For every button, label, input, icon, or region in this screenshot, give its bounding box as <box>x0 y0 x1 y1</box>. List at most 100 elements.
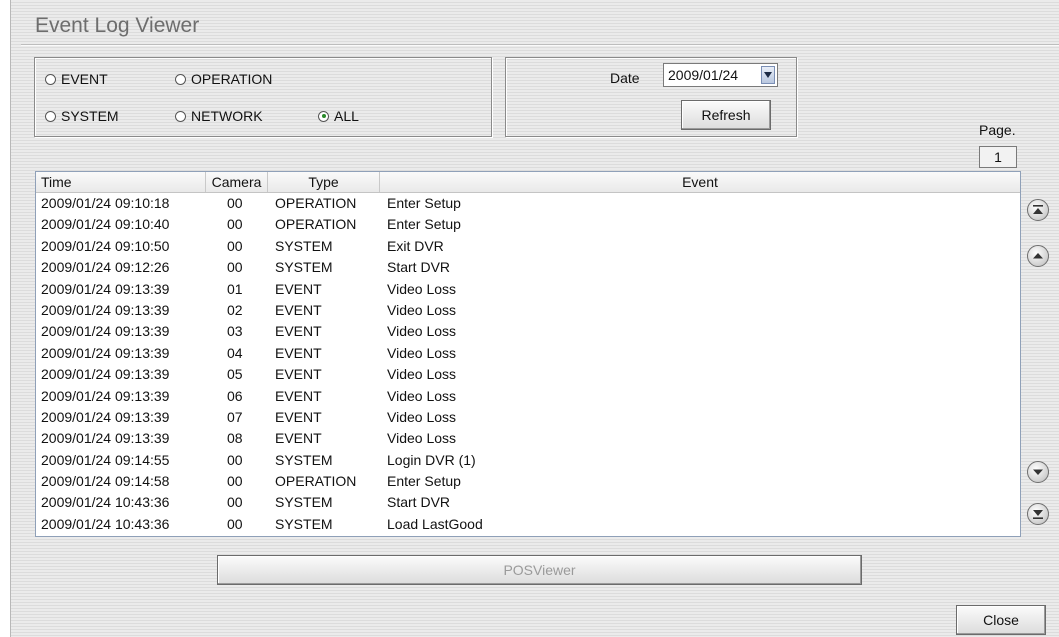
cell-type: EVENT <box>275 366 322 383</box>
title-divider <box>21 44 1059 46</box>
cell-type: OPERATION <box>275 216 357 233</box>
cell-type: SYSTEM <box>275 494 333 511</box>
cell-camera: 02 <box>227 301 243 318</box>
cell-type: OPERATION <box>275 473 357 490</box>
cell-event: Video Loss <box>387 301 457 318</box>
radio-circle-selected <box>318 110 329 122</box>
date-group: Date 2009/01/24 Refresh <box>505 57 797 137</box>
cell-time: 2009/01/24 09:13:39 <box>41 430 170 447</box>
filter-radio-network[interactable]: NETWORK <box>175 108 263 124</box>
page-number: 1 <box>979 146 1017 168</box>
filter-radio-system[interactable]: SYSTEM <box>45 108 119 124</box>
refresh-button[interactable]: Refresh <box>681 100 771 130</box>
cell-time: 2009/01/24 09:13:39 <box>41 387 170 404</box>
next-page-button[interactable] <box>1027 461 1049 483</box>
cell-type: EVENT <box>275 301 322 318</box>
event-log-window: Event Log Viewer EVENT OPERATION SYSTEM … <box>10 0 1059 637</box>
cell-camera: 05 <box>227 366 243 383</box>
cell-type: SYSTEM <box>275 259 333 276</box>
cell-camera: 04 <box>227 344 243 361</box>
table-row[interactable]: 2009/01/24 09:13:39 05 EVENT Video Loss <box>36 364 1020 385</box>
table-row[interactable]: 2009/01/24 09:13:39 06 EVENT Video Loss <box>36 386 1020 407</box>
table-row[interactable]: 2009/01/24 09:13:39 02 EVENT Video Loss <box>36 300 1020 321</box>
first-page-button[interactable] <box>1027 199 1049 221</box>
column-header-time[interactable]: Time <box>36 172 206 192</box>
cell-event: Login DVR (1) <box>387 451 476 468</box>
radio-circle <box>175 73 186 85</box>
cell-event: Start DVR <box>387 259 451 276</box>
table-row[interactable]: 2009/01/24 09:13:39 08 EVENT Video Loss <box>36 428 1020 449</box>
table-row[interactable]: 2009/01/24 09:10:18 00 OPERATION Enter Setu… <box>36 193 1020 214</box>
date-label: Date <box>610 70 640 86</box>
cell-time: 2009/01/24 09:10:18 <box>41 195 170 211</box>
cell-time: 2009/01/24 09:13:39 <box>41 280 170 297</box>
filter-radio-operation[interactable]: OPERATION <box>175 71 272 87</box>
cell-camera: 00 <box>227 237 243 254</box>
cell-event: Video Loss <box>387 408 457 425</box>
cell-event: Video Loss <box>387 344 457 361</box>
radio-label: EVENT <box>61 71 108 87</box>
cell-time: 2009/01/24 09:12:26 <box>41 259 170 276</box>
last-page-icon <box>1033 510 1043 519</box>
table-row[interactable]: 2009/01/24 09:14:58 00 OPERATION Enter Setu… <box>36 471 1020 492</box>
chevron-down-icon[interactable] <box>761 66 775 84</box>
cell-type: SYSTEM <box>275 237 333 254</box>
prev-page-button[interactable] <box>1027 245 1049 267</box>
posviewer-button[interactable]: POSViewer <box>217 555 862 585</box>
table-header: Time Camera Type Event <box>36 172 1020 193</box>
cell-camera: 00 <box>227 259 243 276</box>
table-row[interactable]: 2009/01/24 09:13:39 01 EVENT Video Loss <box>36 279 1020 300</box>
table-row[interactable]: 2009/01/24 09:14:55 00 SYSTEM Login DVR (1) <box>36 450 1020 471</box>
window-title: Event Log Viewer <box>35 14 200 37</box>
cell-time: 2009/01/24 09:13:39 <box>41 408 170 425</box>
table-row[interactable]: 2009/01/24 10:43:36 00 SYSTEM Start DVR <box>36 492 1020 513</box>
cell-camera: 08 <box>227 430 243 447</box>
column-header-event[interactable]: Event <box>380 172 1020 192</box>
cell-time: 2009/01/24 09:13:39 <box>41 323 170 340</box>
close-button[interactable]: Close <box>956 605 1046 635</box>
cell-camera: 00 <box>227 473 243 490</box>
radio-label: ALL <box>334 108 359 124</box>
date-dropdown[interactable]: 2009/01/24 <box>663 63 778 87</box>
cell-camera: 00 <box>227 451 243 468</box>
column-header-camera[interactable]: Camera <box>206 172 268 192</box>
table-row[interactable]: 2009/01/24 09:10:40 00 OPERATION Enter Setu… <box>36 214 1020 235</box>
table-row[interactable]: 2009/01/24 09:13:39 07 EVENT Video Loss <box>36 407 1020 428</box>
cell-time: 2009/01/24 09:10:50 <box>41 237 170 254</box>
cell-camera: 07 <box>227 408 243 425</box>
column-header-type[interactable]: Type <box>268 172 380 192</box>
cell-type: SYSTEM <box>275 515 333 532</box>
table-row[interactable]: 2009/01/24 09:12:26 00 SYSTEM Start DVR <box>36 257 1020 278</box>
cell-event: Video Loss <box>387 387 457 404</box>
radio-circle <box>175 110 186 122</box>
filter-radio-event[interactable]: EVENT <box>45 71 108 87</box>
cell-type: EVENT <box>275 323 322 340</box>
cell-time: 2009/01/24 09:13:39 <box>41 344 170 361</box>
cell-type: EVENT <box>275 430 322 447</box>
date-value: 2009/01/24 <box>668 67 739 83</box>
cell-camera: 00 <box>227 515 243 532</box>
cell-event: Video Loss <box>387 366 457 383</box>
cell-event: Enter Setup <box>387 195 461 211</box>
next-page-icon <box>1033 469 1043 475</box>
table-row[interactable]: 2009/01/24 09:13:39 04 EVENT Video Loss <box>36 343 1020 364</box>
cell-event: Video Loss <box>387 430 457 447</box>
page-label: Page. <box>979 122 1016 138</box>
radio-circle <box>45 73 56 85</box>
cell-time: 2009/01/24 09:14:58 <box>41 473 170 490</box>
table-row[interactable]: 2009/01/24 09:10:50 00 SYSTEM Exit DVR <box>36 236 1020 257</box>
table-row[interactable]: 2009/01/24 10:43:36 00 SYSTEM Load LastGood <box>36 514 1020 535</box>
filter-radio-all[interactable]: ALL <box>318 108 359 124</box>
last-page-button[interactable] <box>1027 503 1049 525</box>
cell-time: 2009/01/24 09:13:39 <box>41 366 170 383</box>
cell-time: 2009/01/24 09:13:39 <box>41 301 170 318</box>
cell-camera: 06 <box>227 387 243 404</box>
first-page-icon <box>1033 205 1043 214</box>
table-row[interactable]: 2009/01/24 09:13:39 03 EVENT Video Loss <box>36 321 1020 342</box>
event-log-table: Time Camera Type Event 2009/01/24 09:10:… <box>35 171 1021 537</box>
table-body: 2009/01/24 09:10:18 00 OPERATION Enter Setu… <box>36 193 1020 535</box>
prev-page-icon <box>1033 253 1043 259</box>
cell-event: Video Loss <box>387 280 457 297</box>
cell-event: Enter Setup <box>387 216 461 233</box>
cell-time: 2009/01/24 10:43:36 <box>41 515 170 532</box>
